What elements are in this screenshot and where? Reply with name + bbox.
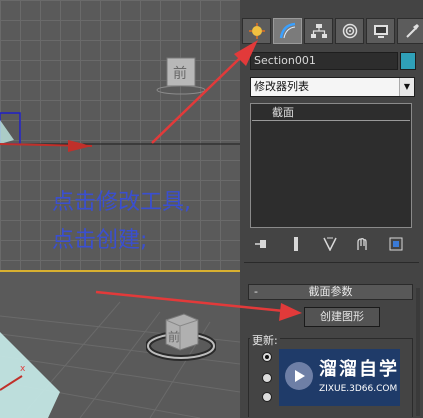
panel-scrollbar[interactable] [416,288,420,416]
utilities-icon [405,24,419,38]
modify-tab[interactable] [273,18,302,44]
update-option-radio-1[interactable] [262,352,272,362]
show-end-result-icon [294,237,298,251]
annotation-line-1: 点击修改工具, [52,190,191,215]
watermark-url: ZIXUE.3D66.COM [319,384,398,394]
modify-icon [279,22,295,39]
watermark: 溜溜自学 ZIXUE.3D66.COM [279,349,400,406]
section-parameters-rollout[interactable]: - 截面参数 [248,284,413,300]
stack-toolbar [254,236,414,254]
remove-modifier-icon [357,238,367,250]
update-group-label: 更新: [250,332,280,348]
modifier-list-dropdown[interactable]: 修改器列表 ▼ [250,77,415,97]
display-tab[interactable] [366,18,395,44]
view-cube-perspective-shape [146,313,216,361]
command-panel-tabs [242,18,423,44]
update-option-radio-2[interactable] [262,373,272,383]
rollout-title: 截面参数 [308,285,353,298]
update-option-radio-3[interactable] [262,392,272,402]
stack-item-section[interactable]: 截面 [252,105,410,121]
hierarchy-icon [310,24,327,38]
watermark-logo-icon [285,362,313,390]
chevron-down-icon: ▼ [399,78,414,96]
make-unique-button[interactable] [322,236,338,252]
top-viewport[interactable]: 前 点击修改工具, 点击创建; [0,0,240,270]
modifier-list-label: 修改器列表 [254,80,309,93]
configure-modifier-sets-button[interactable] [388,236,404,252]
gizmo-axis-label: x [20,364,26,374]
show-end-result-button[interactable] [288,236,304,252]
section-plane-edge [0,120,14,144]
view-cube-label: 前 [173,66,187,82]
utilities-tab[interactable] [397,18,423,44]
remove-modifier-button[interactable] [354,236,370,252]
perspective-viewport[interactable]: x 前 [0,270,240,418]
object-color-swatch[interactable] [400,52,416,70]
configure-modifier-sets-icon [389,237,403,251]
pin-stack-icon [255,240,266,248]
view-cube[interactable]: 前 [156,56,206,96]
view-cube-perspective-label: 前 [168,330,181,344]
create-shape-button[interactable]: 创建图形 [304,307,380,327]
modifier-stack[interactable]: 截面 [250,103,412,228]
section-plane [0,332,60,418]
motion-tab[interactable] [335,18,364,44]
pin-stack-button[interactable] [254,236,270,252]
create-tab[interactable] [242,18,271,44]
panel-separator [244,262,419,263]
make-unique-icon [323,237,337,251]
object-name-field[interactable]: Section001 [250,52,398,70]
hierarchy-tab[interactable] [304,18,333,44]
motion-icon [342,23,357,39]
create-icon [248,23,265,39]
annotation-line-2: 点击创建; [52,228,148,253]
display-icon [373,25,388,38]
view-cube-perspective[interactable]: 前 [146,310,216,362]
gizmo-x-arrow [68,140,92,152]
watermark-brand: 溜溜自学 [319,359,399,380]
